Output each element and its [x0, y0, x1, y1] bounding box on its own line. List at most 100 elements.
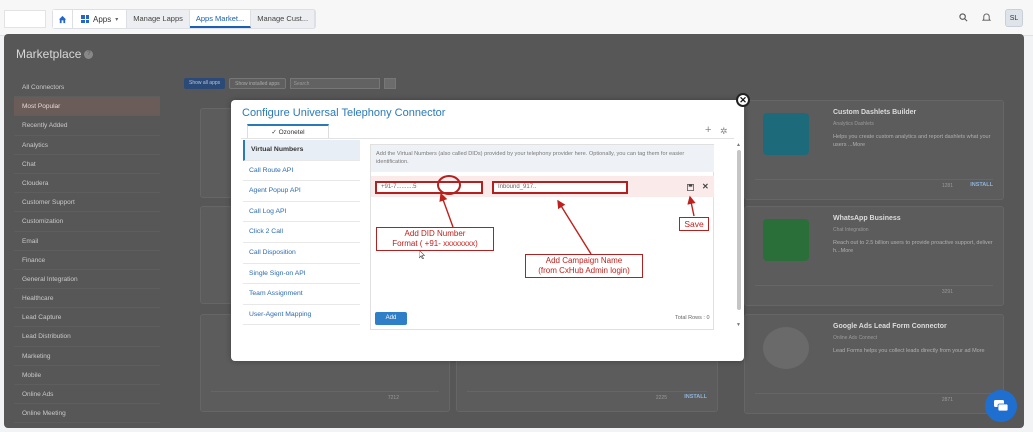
card-subtitle: Chat Integration: [833, 227, 869, 233]
company-logo[interactable]: [4, 10, 46, 28]
plus-icon[interactable]: +: [705, 124, 711, 136]
did-number-input[interactable]: +91-7..........5: [375, 181, 483, 194]
did-row: +91-7..........5 Inbound_917.. ✕: [371, 176, 714, 197]
app-card[interactable]: Custom Dashlets Builder Analytics Dashle…: [744, 100, 1004, 200]
install-button[interactable]: INSTALL: [684, 394, 707, 400]
modal-title: Configure Universal Telephony Connector: [242, 107, 446, 119]
close-icon[interactable]: ✕: [736, 93, 750, 107]
search-input[interactable]: Search: [289, 78, 380, 89]
menu-item-agent-popup-api[interactable]: Agent Popup API: [243, 181, 360, 202]
category-item[interactable]: Recently Added: [14, 116, 160, 136]
category-item[interactable]: Online Meeting: [14, 404, 160, 424]
delete-icon[interactable]: ✕: [702, 182, 709, 191]
category-item[interactable]: Analytics: [14, 136, 160, 155]
card-subtitle: Online Ads Connect: [833, 335, 878, 341]
menu-item-single-sign-on-api[interactable]: Single Sign-on API: [243, 264, 360, 285]
help-icon[interactable]: ?: [84, 50, 94, 60]
card-footer: 2871: [755, 393, 993, 405]
apps-menu-button[interactable]: Apps ▾: [73, 10, 128, 28]
search-icon[interactable]: [959, 12, 968, 24]
add-button[interactable]: Add: [375, 312, 407, 325]
tab-apps-marketplace[interactable]: Apps Market...: [189, 10, 252, 28]
mouse-cursor: [419, 250, 425, 259]
category-item[interactable]: Lead Distribution: [14, 327, 160, 347]
scroll-down-icon[interactable]: ▼: [736, 322, 741, 328]
category-item[interactable]: Marketing: [14, 347, 160, 366]
avatar[interactable]: SL: [1005, 9, 1023, 27]
card-title: Google Ads Lead Form Connector: [833, 323, 947, 330]
category-item[interactable]: Customer Support: [14, 193, 160, 213]
card-description: Reach out to 2.5 billion users to provid…: [833, 240, 993, 254]
did-annotation: Add DID Number Format ( +91- xxxxxxxx): [376, 227, 494, 251]
home-button[interactable]: [53, 10, 73, 28]
category-item[interactable]: Mobile: [14, 366, 160, 385]
did-annotation-line2: Format ( +91- xxxxxxxx): [392, 239, 478, 248]
menu-item-user-agent-mapping[interactable]: User-Agent Mapping: [243, 305, 360, 326]
app-card[interactable]: Google Ads Lead Form Connector Online Ad…: [744, 314, 1004, 414]
tab-manage-lapps[interactable]: Manage Lapps: [127, 10, 190, 28]
install-count: 2225: [655, 395, 667, 401]
campaign-annotation: Add Campaign Name (from CxHub Admin logi…: [525, 254, 643, 278]
card-description: Helps you create custom analytics and re…: [833, 134, 991, 148]
menu-item-call-route-api[interactable]: Call Route API: [243, 161, 360, 182]
filter-bar: Show all apps Show installed apps Search: [184, 78, 396, 89]
top-bar: Apps ▾ Manage Lapps Apps Market... Manag…: [0, 0, 1033, 36]
apps-label: Apps: [93, 14, 112, 24]
gear-icon[interactable]: ✲: [720, 126, 728, 137]
whatsapp-icon: [763, 219, 809, 261]
save-highlight-circle: [437, 175, 461, 195]
app-card[interactable]: WhatsApp Business Chat Integration Reach…: [744, 206, 1004, 306]
show-installed-apps-button[interactable]: Show installed apps: [229, 78, 286, 89]
card-footer: 3291: [755, 285, 993, 297]
category-item[interactable]: Cloudera: [14, 174, 160, 194]
category-item[interactable]: Online Ads: [14, 385, 160, 405]
campaign-annotation-line2: (from CxHub Admin login): [538, 266, 630, 275]
category-item[interactable]: Customization: [14, 212, 160, 232]
total-rows: Total Rows : 0: [675, 315, 710, 321]
card-footer: 1281 INSTALL: [755, 179, 993, 191]
install-count: 3291: [941, 289, 953, 295]
show-all-apps-button[interactable]: Show all apps: [184, 78, 226, 89]
apps-grid-icon: [81, 15, 89, 23]
menu-item-click-2-call[interactable]: Click 2 Call: [243, 222, 360, 243]
category-item[interactable]: Lead Capture: [14, 308, 160, 328]
category-item[interactable]: Finance: [14, 251, 160, 270]
category-list: All Connectors Most Popular Recently Add…: [14, 78, 160, 424]
card-subtitle: Analytics Dashlets: [833, 121, 874, 127]
chat-widget-button[interactable]: [985, 390, 1017, 422]
category-item[interactable]: Chat: [14, 155, 160, 174]
home-icon: [58, 15, 67, 23]
category-item[interactable]: Most Popular: [14, 97, 160, 117]
category-item[interactable]: Email: [14, 232, 160, 251]
menu-item-virtual-numbers[interactable]: Virtual Numbers: [243, 140, 360, 161]
menu-item-team-assignment[interactable]: Team Assignment: [243, 284, 360, 305]
campaign-annotation-line1: Add Campaign Name: [545, 256, 623, 265]
tab-manage-customers[interactable]: Manage Cust...: [251, 10, 316, 28]
scrollbar[interactable]: ▲ ▼: [736, 142, 742, 331]
dashlets-app-icon: [763, 113, 809, 155]
category-item[interactable]: All Connectors: [14, 78, 160, 98]
bell-icon[interactable]: [981, 13, 992, 24]
install-count: 7212: [387, 395, 399, 401]
campaign-name-input[interactable]: Inbound_917..: [492, 181, 628, 194]
menu-item-call-log-api[interactable]: Call Log API: [243, 202, 360, 223]
menu-item-call-disposition[interactable]: Call Disposition: [243, 243, 360, 264]
card-footer: 2225 INSTALL: [467, 391, 707, 403]
install-count: 2871: [941, 397, 953, 403]
scroll-thumb[interactable]: [737, 150, 741, 310]
save-icon[interactable]: [687, 184, 694, 193]
chevron-down-icon: ▾: [115, 16, 119, 23]
tab-divider: [241, 138, 734, 139]
google-ads-icon: [763, 327, 809, 369]
scroll-up-icon[interactable]: ▲: [736, 142, 741, 148]
config-side-menu: Virtual Numbers Call Route API Agent Pop…: [243, 140, 360, 326]
category-item[interactable]: Healthcare: [14, 289, 160, 309]
search-button[interactable]: [383, 78, 396, 89]
top-right-icons: SL: [959, 9, 1023, 27]
install-button[interactable]: INSTALL: [970, 182, 993, 188]
tab-ozonetel[interactable]: ✓ Ozonetel: [247, 124, 329, 139]
category-item[interactable]: General Integration: [14, 270, 160, 290]
page-title: Marketplace?: [16, 47, 94, 61]
card-footer: 7212: [211, 391, 439, 403]
nav-tab-group: Apps ▾ Manage Lapps Apps Market... Manag…: [52, 9, 317, 29]
